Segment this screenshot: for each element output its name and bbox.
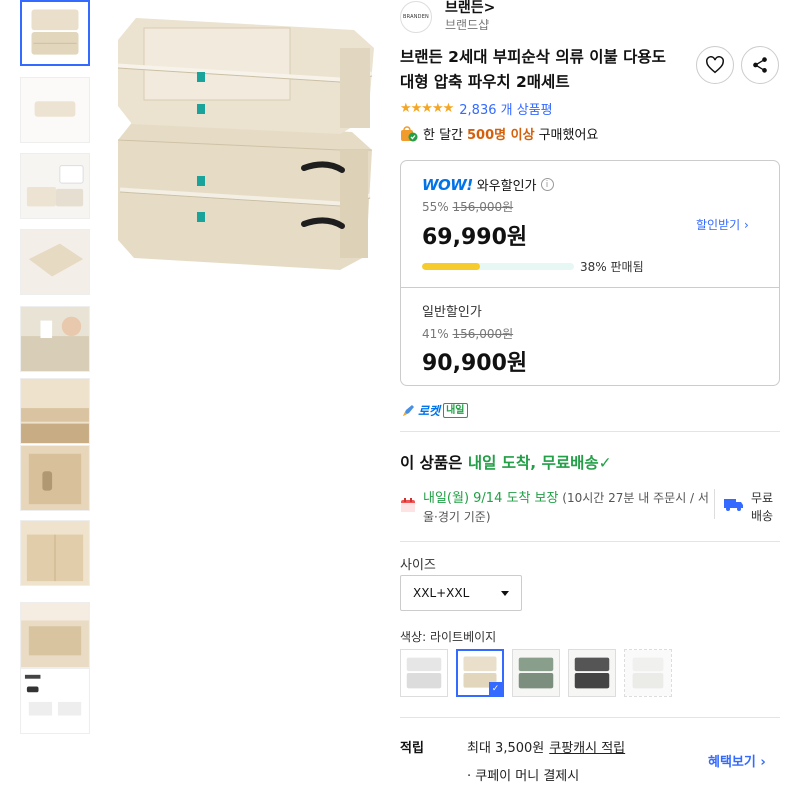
color-swatch-white[interactable] bbox=[400, 649, 448, 697]
product-title: 브랜든 2세대 부피순삭 의류 이불 다용도 대형 압축 파우치 2매세트 bbox=[400, 48, 666, 91]
wow-logo: WOW! bbox=[422, 175, 473, 194]
thumbnail-7[interactable] bbox=[20, 445, 90, 511]
bought-prefix: 한 달간 bbox=[423, 128, 464, 143]
wow-price: 69,990원 bbox=[422, 225, 528, 250]
delivery-divider bbox=[714, 489, 715, 519]
thumbnail-4[interactable] bbox=[20, 229, 90, 295]
arrival-green: 내일 도착, 무료배송 bbox=[467, 454, 599, 472]
free-shipping-line2: 배송 bbox=[751, 509, 774, 523]
arrival-date: 내일(월) 9/14 도착 보장 bbox=[423, 491, 559, 506]
caret-down-icon bbox=[501, 590, 509, 596]
arrival-headline: 이 상품은 내일 도착, 무료배송✓ bbox=[400, 451, 612, 473]
calendar-icon bbox=[401, 498, 415, 512]
regular-price-label: 일반할인가 bbox=[422, 305, 482, 320]
color-swatch-green[interactable] bbox=[512, 649, 560, 697]
thumbnail-3[interactable] bbox=[20, 153, 90, 219]
heart-icon bbox=[706, 56, 724, 74]
divider bbox=[400, 717, 780, 718]
thumbnail-6[interactable] bbox=[20, 378, 90, 444]
bought-highlight: 500명 이상 bbox=[467, 128, 535, 143]
thumbnail-5[interactable] bbox=[20, 306, 90, 372]
regular-price: 90,900원 bbox=[422, 351, 528, 376]
wow-price-header: WOW! 와우할인가 i bbox=[422, 175, 554, 194]
thumbnail-10[interactable] bbox=[20, 668, 90, 734]
purchase-count-row: 한 달간 500명 이상 구매했어요 bbox=[400, 124, 598, 143]
color-swatches: ✓ bbox=[400, 649, 690, 697]
brand-row[interactable]: BRANDEN 브랜든> 브랜드샵 bbox=[400, 0, 495, 34]
shopping-bag-icon bbox=[401, 125, 418, 141]
points-amount: 최대 3,500원 bbox=[467, 741, 545, 756]
size-label: 사이즈 bbox=[400, 558, 436, 573]
points-label: 적립 bbox=[400, 741, 424, 756]
color-value: 라이트베이지 bbox=[429, 630, 497, 644]
benefit-link[interactable]: 혜택보기 › bbox=[708, 751, 766, 770]
delivery-text: 내일(월) 9/14 도착 보장 (10시간 27분 내 주문시 / 서울·경기… bbox=[423, 489, 713, 526]
points-text: 최대 3,500원 쿠팡캐시 적립 bbox=[467, 737, 625, 756]
brand-name[interactable]: 브랜든> bbox=[445, 0, 495, 17]
main-product-image[interactable] bbox=[104, 0, 386, 290]
rocket-label: 로켓 bbox=[418, 404, 441, 418]
sold-label: 38% 판매됨 bbox=[580, 260, 644, 274]
info-icon[interactable]: i bbox=[540, 178, 554, 191]
color-swatch-lightbeige[interactable]: ✓ bbox=[456, 649, 504, 697]
thumbnail-1[interactable] bbox=[20, 0, 90, 66]
share-button[interactable] bbox=[741, 46, 779, 84]
free-shipping-line1: 무료 bbox=[751, 491, 774, 505]
rocket-tomorrow-badge: 내일 bbox=[443, 403, 468, 418]
regular-discount-rate: 41% bbox=[422, 327, 449, 341]
thumbnail-9[interactable] bbox=[20, 602, 90, 668]
sold-progress-fill bbox=[422, 263, 480, 270]
brand-text[interactable]: 브랜든> 브랜드샵 bbox=[445, 0, 495, 34]
thumbnail-8[interactable] bbox=[20, 520, 90, 586]
review-count-link[interactable]: 2,836 개 상품평 bbox=[459, 99, 552, 118]
wow-original-price: 156,000원 bbox=[452, 200, 514, 214]
wow-original-row: 55% 156,000원 bbox=[422, 198, 513, 215]
regular-original-price: 156,000원 bbox=[452, 327, 514, 341]
divider bbox=[400, 541, 780, 542]
bought-suffix: 구매했어요 bbox=[538, 128, 599, 143]
regular-original-row: 41% 156,000원 bbox=[422, 325, 513, 342]
coupon-link[interactable]: 할인받기 › bbox=[696, 216, 749, 233]
brand-shop-label: 브랜드샵 bbox=[445, 18, 490, 32]
wow-price-label: 와우할인가 bbox=[476, 179, 537, 194]
arrival-prefix: 이 상품은 bbox=[400, 454, 463, 472]
rating-stars: ★★★★★ bbox=[400, 101, 454, 116]
points-sub: · 쿠페이 머니 결제시 bbox=[467, 769, 580, 784]
color-label: 색상: 라이트베이지 bbox=[400, 628, 496, 645]
chevron-right-icon: > bbox=[483, 0, 496, 16]
rocket-icon bbox=[403, 404, 414, 416]
selected-check-icon: ✓ bbox=[489, 682, 502, 695]
cash-points-link[interactable]: 쿠팡캐시 적립 bbox=[549, 741, 625, 756]
color-swatch-charcoal[interactable] bbox=[568, 649, 616, 697]
thumbnail-2[interactable] bbox=[20, 77, 90, 143]
truck-icon bbox=[724, 499, 743, 511]
chevron-right-icon: › bbox=[744, 218, 749, 232]
check-icon: ✓ bbox=[598, 454, 612, 472]
rocket-badge-row: 로켓 내일 bbox=[400, 402, 468, 419]
sold-progress-bar bbox=[422, 263, 574, 270]
size-value: XXL+XXL bbox=[413, 586, 470, 600]
free-shipping-label: 무료 배송 bbox=[751, 489, 773, 525]
size-select[interactable]: XXL+XXL bbox=[400, 575, 522, 611]
wow-discount-rate: 55% bbox=[422, 200, 449, 214]
rating-row: ★★★★★ 2,836 개 상품평 bbox=[400, 99, 553, 118]
divider bbox=[400, 431, 780, 432]
price-box-divider bbox=[401, 287, 779, 288]
chevron-right-icon: › bbox=[760, 755, 766, 770]
color-swatch-ivory[interactable] bbox=[624, 649, 672, 697]
color-label-prefix: 색상: bbox=[400, 630, 427, 644]
brand-logo[interactable]: BRANDEN bbox=[400, 1, 432, 33]
wishlist-button[interactable] bbox=[696, 46, 734, 84]
price-box: WOW! 와우할인가 i 55% 156,000원 69,990원 할인받기 ›… bbox=[400, 160, 780, 386]
share-icon bbox=[753, 57, 767, 73]
